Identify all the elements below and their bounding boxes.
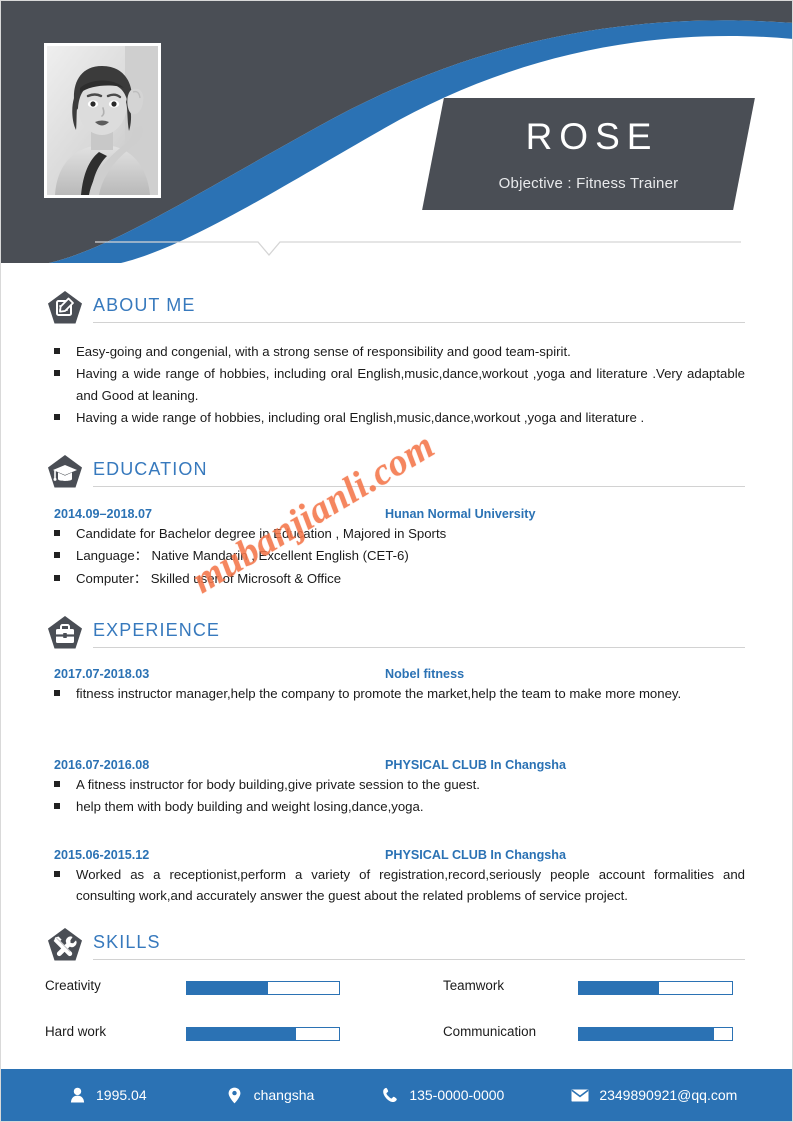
entry-organization: Hunan Normal University: [385, 507, 536, 521]
contact-value: 1995.04: [96, 1087, 147, 1103]
experience-bullet-list: A fitness instructor for body building,g…: [45, 774, 745, 818]
list-item: Having a wide range of hobbies, includin…: [45, 363, 745, 406]
skill-row-creativity: Creativity: [45, 978, 345, 997]
experience-entry-2: 2016.07-2016.08 PHYSICAL CLUB In Changsh…: [45, 755, 745, 819]
skill-bar-fill: [187, 982, 268, 994]
education-bullet-list: Candidate for Bachelor degree in Educati…: [45, 523, 745, 589]
about-body: Easy-going and congenial, with a strong …: [45, 341, 745, 430]
portrait-photo-illustration: [47, 46, 158, 195]
skill-bar-track: [578, 1027, 733, 1041]
about-bullet-list: Easy-going and congenial, with a strong …: [45, 341, 745, 429]
skill-bar-fill: [187, 1028, 297, 1040]
location-icon: [225, 1085, 245, 1105]
entry-organization: PHYSICAL CLUB In Changsha: [385, 848, 566, 862]
envelope-icon: [570, 1085, 590, 1105]
graduation-cap-icon: [45, 453, 85, 493]
experience-entry-header: 2015.06-2015.12 PHYSICAL CLUB In Changsh…: [45, 845, 745, 864]
section-title-about: ABOUT ME: [93, 295, 196, 315]
section-header-skills: SKILLS: [45, 926, 745, 966]
list-item: A fitness instructor for body building,g…: [45, 774, 745, 795]
skill-bar-track: [186, 981, 340, 995]
skill-label: Teamwork: [443, 978, 505, 993]
avatar: [47, 46, 158, 195]
list-item: Computer： Skilled user of Microsoft & Of…: [45, 568, 745, 589]
entry-date: 2017.07-2018.03: [54, 667, 150, 681]
skill-row-teamwork: Teamwork: [443, 978, 753, 997]
person-icon: [67, 1085, 87, 1105]
contact-value: 2349890921@qq.com: [599, 1087, 738, 1103]
person-name: ROSE: [525, 116, 659, 157]
phone-icon: [380, 1085, 400, 1105]
tools-icon: [45, 926, 85, 966]
document-pen-icon: [45, 289, 85, 329]
experience-bullet-list: fitness instructor manager,help the comp…: [45, 683, 745, 704]
skill-bar-track: [578, 981, 733, 995]
list-item: Easy-going and congenial, with a strong …: [45, 341, 745, 362]
section-rule: [93, 322, 745, 323]
section-rule: [93, 647, 745, 648]
contact-email: 2349890921@qq.com: [570, 1085, 737, 1105]
experience-entry-3: 2015.06-2015.12 PHYSICAL CLUB In Changsh…: [45, 845, 745, 908]
list-item: Worked as a receptionist,perform a varie…: [45, 864, 745, 907]
list-item: help them with body building and weight …: [45, 796, 745, 817]
section-header-about: ABOUT ME: [45, 289, 745, 329]
entry-date: 2015.06-2015.12: [54, 848, 150, 862]
list-item: Having a wide range of hobbies, includin…: [45, 407, 745, 428]
header-divider: [1, 229, 792, 259]
education-body: 2014.09–2018.07 Hunan Normal University …: [45, 504, 745, 590]
divider-chevron-icon: [95, 241, 741, 257]
section-title-skills: SKILLS: [93, 932, 161, 952]
skill-row-communication: Communication: [443, 1024, 753, 1043]
entry-organization: Nobel fitness: [385, 667, 465, 681]
section-title-experience: EXPERIENCE: [93, 620, 221, 640]
contact-birthdate: 1995.04: [67, 1085, 147, 1105]
skill-label: Hard work: [45, 1024, 107, 1039]
entry-organization: PHYSICAL CLUB In Changsha: [385, 758, 566, 772]
header-banner: ROSE Objective : Fitness Trainer: [1, 1, 792, 263]
contact-phone: 135-0000-0000: [380, 1085, 504, 1105]
experience-bullet-list: Worked as a receptionist,perform a varie…: [45, 864, 745, 907]
entry-date: 2014.09–2018.07: [54, 507, 153, 521]
list-item: Language： Native Mandarin , Excellent En…: [45, 545, 745, 566]
contact-value: changsha: [253, 1087, 315, 1103]
experience-entry-header: 2016.07-2016.08 PHYSICAL CLUB In Changsh…: [45, 755, 745, 774]
contact-value: 135-0000-0000: [409, 1087, 505, 1103]
experience-entry-1: 2017.07-2018.03 Nobel fitness fitness in…: [45, 664, 745, 705]
name-card: ROSE Objective : Fitness Trainer: [422, 98, 755, 210]
list-item: fitness instructor manager,help the comp…: [45, 683, 745, 704]
education-entry-header: 2014.09–2018.07 Hunan Normal University: [45, 504, 745, 523]
skill-row-hard-work: Hard work: [45, 1024, 345, 1043]
contact-footer: 1995.04 changsha 135-0000-0000 234989092…: [1, 1069, 792, 1121]
skill-bar-fill: [579, 1028, 714, 1040]
section-rule: [93, 486, 745, 487]
objective-label: Objective : Fitness Trainer: [498, 175, 679, 192]
section-header-education: EDUCATION: [45, 453, 745, 493]
skill-bar-track: [186, 1027, 340, 1041]
briefcase-icon: [45, 614, 85, 654]
skill-bar-fill: [579, 982, 659, 994]
skill-label: Communication: [443, 1024, 537, 1039]
skill-label: Creativity: [45, 978, 101, 993]
list-item: Candidate for Bachelor degree in Educati…: [45, 523, 745, 544]
profile-photo-frame: [44, 43, 161, 198]
section-title-education: EDUCATION: [93, 459, 208, 479]
resume-page: ROSE Objective : Fitness Trainer ABOUT M…: [0, 0, 793, 1122]
experience-entry-header: 2017.07-2018.03 Nobel fitness: [45, 664, 745, 683]
section-rule: [93, 959, 745, 960]
contact-location: changsha: [225, 1085, 315, 1105]
entry-date: 2016.07-2016.08: [54, 758, 150, 772]
section-header-experience: EXPERIENCE: [45, 614, 745, 654]
